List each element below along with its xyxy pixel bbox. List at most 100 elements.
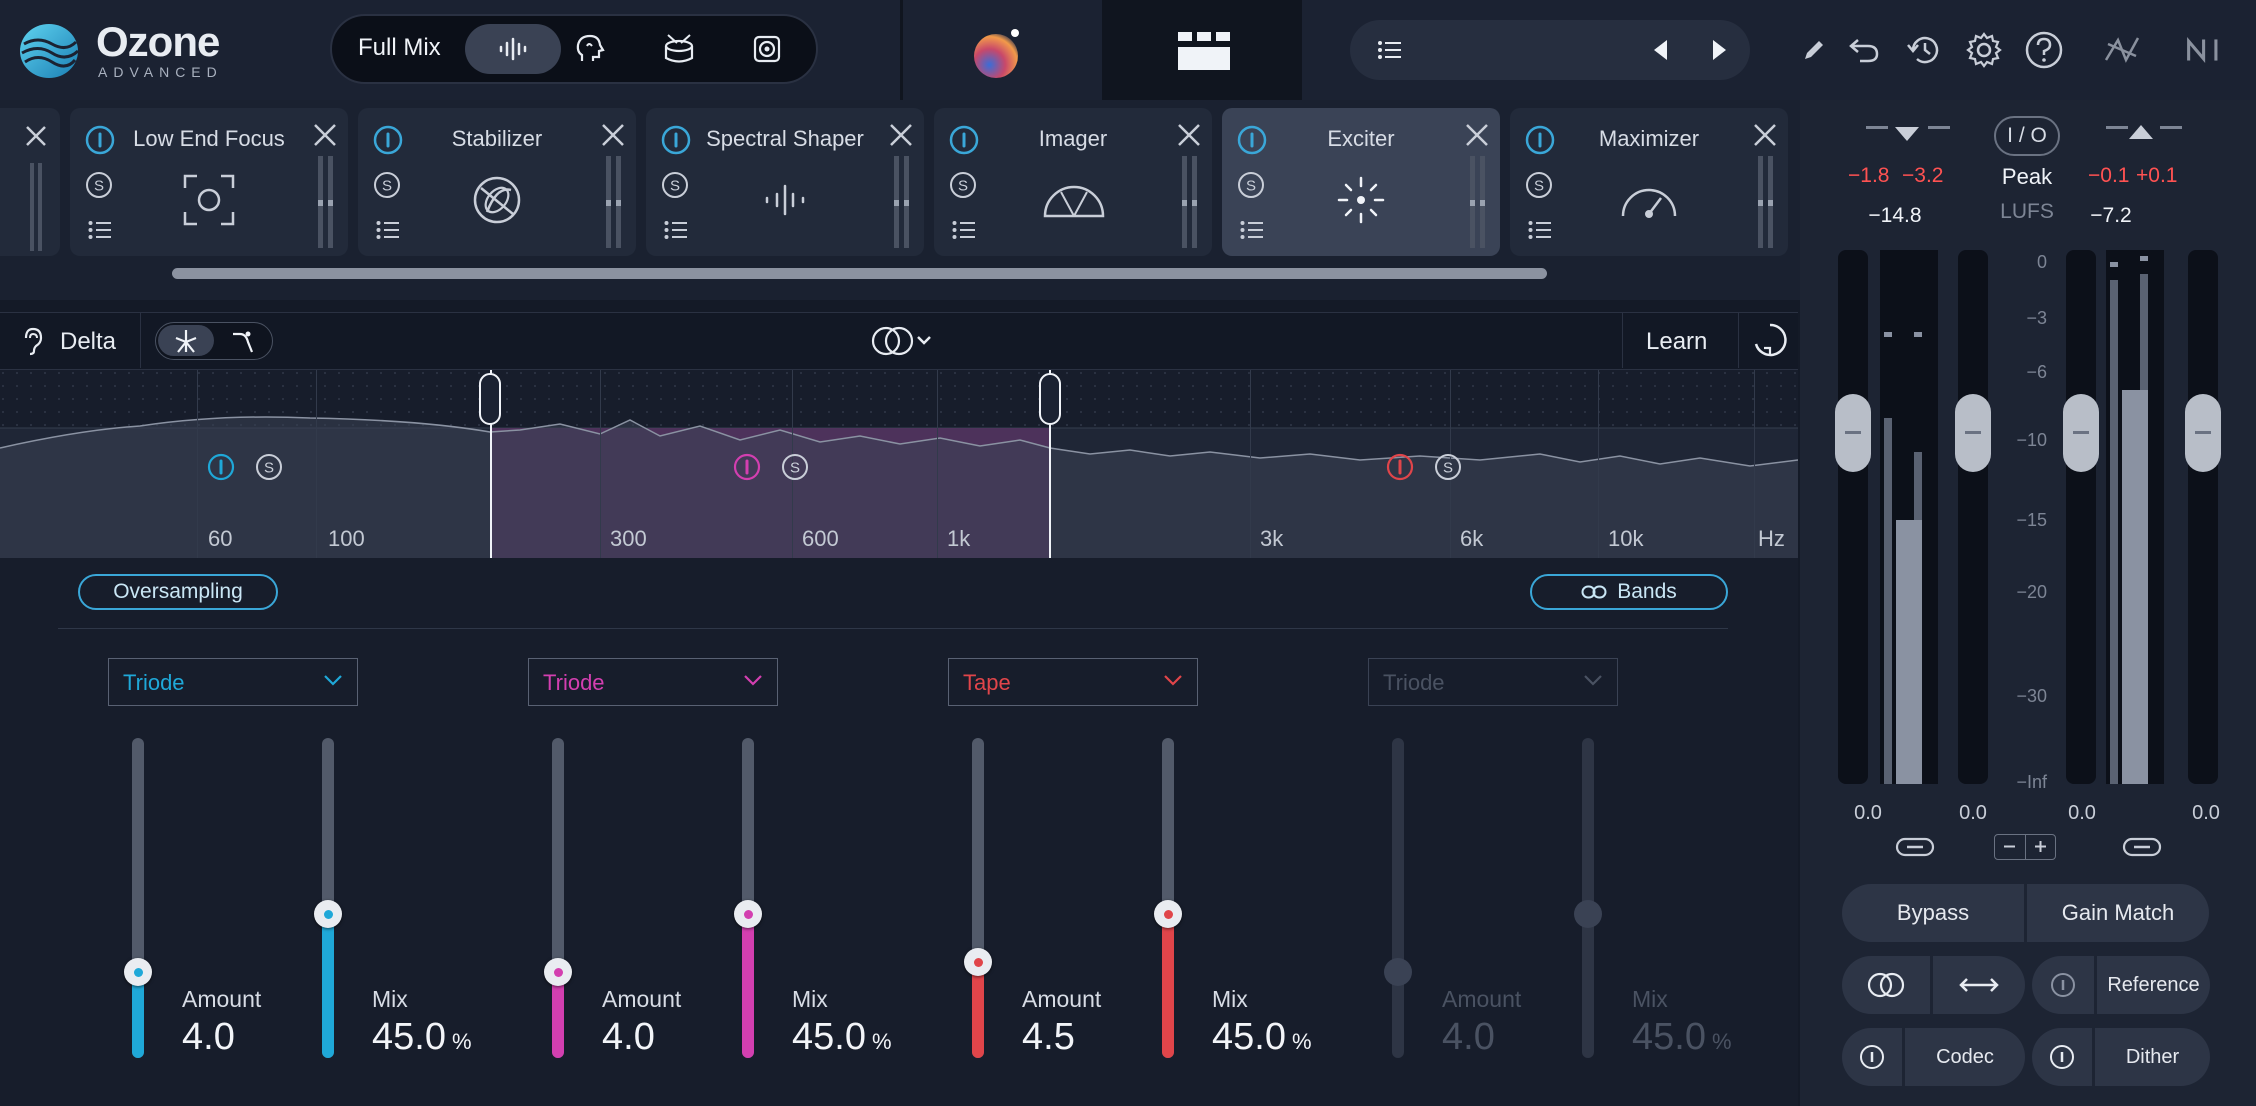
stereo-mono-button[interactable]: [1842, 956, 1930, 1014]
module-card[interactable]: Low End Focus S: [70, 108, 348, 256]
reset-icon[interactable]: [1750, 320, 1790, 360]
mix-value-group[interactable]: 45.0%: [372, 1016, 472, 1059]
close-icon[interactable]: [312, 122, 338, 148]
curve-view-button[interactable]: [216, 325, 270, 356]
list-icon[interactable]: [88, 220, 112, 240]
previous-arrow-icon[interactable]: [1638, 28, 1682, 72]
mix-value-group[interactable]: 45.0%: [792, 1016, 892, 1059]
module-card[interactable]: Stabilizer S: [358, 108, 636, 256]
output-gain-fader-right[interactable]: [2185, 394, 2221, 472]
speaker-icon[interactable]: [719, 24, 815, 74]
mix-value-group[interactable]: 45.0%: [1212, 1016, 1312, 1059]
amount-slider-track[interactable]: [1392, 738, 1404, 1058]
input-trim-triangle-icon[interactable]: [1894, 126, 1920, 142]
delta-button[interactable]: Delta: [60, 328, 116, 356]
module-card[interactable]: Exciter S: [1222, 108, 1500, 256]
ear-icon[interactable]: [20, 326, 44, 356]
solo-icon[interactable]: S: [372, 170, 402, 200]
stereo-link-icon[interactable]: [868, 324, 938, 358]
band-mode-dropdown[interactable]: Triode: [1368, 658, 1618, 706]
output-trim-triangle-icon[interactable]: [2128, 124, 2154, 140]
swap-channels-button[interactable]: [1933, 956, 2025, 1014]
signal-chain-icon[interactable]: [2100, 28, 2144, 72]
band-solo-icon[interactable]: S: [1433, 452, 1463, 482]
solo-icon[interactable]: S: [84, 170, 114, 200]
reference-button[interactable]: Reference: [2097, 956, 2210, 1014]
mix-slider-handle[interactable]: [314, 900, 342, 928]
amount-value-group[interactable]: 4.0: [602, 1016, 655, 1059]
dither-power-button[interactable]: [2032, 1028, 2092, 1086]
bands-button[interactable]: Bands: [1530, 574, 1728, 610]
list-icon[interactable]: [376, 220, 400, 240]
excite-view-button[interactable]: [158, 325, 214, 356]
solo-icon[interactable]: S: [1236, 170, 1266, 200]
settings-gear-icon[interactable]: [1962, 28, 2006, 72]
amount-value-group[interactable]: 4.5: [1022, 1016, 1075, 1059]
module-partial[interactable]: [0, 108, 60, 256]
increment-button[interactable]: [2026, 835, 2056, 859]
list-icon[interactable]: [1528, 220, 1552, 240]
amount-slider-handle[interactable]: [124, 958, 152, 986]
codec-button[interactable]: Codec: [1905, 1028, 2025, 1086]
amount-value-group[interactable]: 4.0: [182, 1016, 235, 1059]
vocal-icon[interactable]: [543, 24, 639, 74]
band-mode-dropdown[interactable]: Triode: [108, 658, 358, 706]
band-mode-dropdown[interactable]: Tape: [948, 658, 1198, 706]
undo-icon[interactable]: [1842, 28, 1886, 72]
help-icon[interactable]: [2022, 28, 2066, 72]
module-card[interactable]: Maximizer S: [1510, 108, 1788, 256]
input-link-icon[interactable]: [1895, 836, 1935, 858]
band-power-icon[interactable]: [732, 452, 762, 482]
crossover-handle-low[interactable]: [479, 373, 501, 425]
master-assistant-orb-icon[interactable]: [970, 26, 1026, 82]
amount-slider-handle[interactable]: [544, 958, 572, 986]
solo-icon[interactable]: S: [1524, 170, 1554, 200]
input-gain-fader-left[interactable]: [1835, 394, 1871, 472]
band-solo-icon[interactable]: S: [780, 452, 810, 482]
crossover-handle-high[interactable]: [1039, 373, 1061, 425]
module-card[interactable]: Spectral Shaper S: [646, 108, 924, 256]
io-toggle-button[interactable]: I / O: [1994, 116, 2060, 156]
list-icon[interactable]: [1240, 220, 1264, 240]
band-solo-icon[interactable]: S: [254, 452, 284, 482]
mix-slider-handle[interactable]: [1154, 900, 1182, 928]
list-icon[interactable]: [664, 220, 688, 240]
solo-icon[interactable]: S: [948, 170, 978, 200]
dither-button[interactable]: Dither: [2095, 1028, 2210, 1086]
codec-power-button[interactable]: [1842, 1028, 1902, 1086]
decrement-button[interactable]: [1995, 835, 2026, 859]
close-icon[interactable]: [1752, 122, 1778, 148]
close-icon[interactable]: [1176, 122, 1202, 148]
list-icon[interactable]: [952, 220, 976, 240]
next-arrow-icon[interactable]: [1698, 28, 1742, 72]
learn-button[interactable]: Learn: [1646, 328, 1707, 356]
mix-slider-track[interactable]: [1582, 738, 1594, 1058]
history-icon[interactable]: [1902, 28, 1946, 72]
oversampling-button[interactable]: Oversampling: [78, 574, 278, 610]
drums-icon[interactable]: [631, 24, 727, 74]
close-icon[interactable]: [888, 122, 914, 148]
pencil-icon[interactable]: [1792, 28, 1836, 72]
amount-slider-handle[interactable]: [1384, 958, 1412, 986]
reference-power-button[interactable]: [2032, 956, 2094, 1014]
mix-slider-handle[interactable]: [734, 900, 762, 928]
mix-slider-handle[interactable]: [1574, 900, 1602, 928]
amount-slider-handle[interactable]: [964, 948, 992, 976]
output-link-icon[interactable]: [2122, 836, 2162, 858]
gain-match-button[interactable]: Gain Match: [2027, 884, 2209, 942]
band-power-icon[interactable]: [1385, 452, 1415, 482]
modules-view-button[interactable]: [1102, 0, 1302, 100]
close-icon[interactable]: [1464, 122, 1490, 148]
amount-value-group[interactable]: 4.0: [1442, 1016, 1495, 1059]
solo-icon[interactable]: S: [660, 170, 690, 200]
bypass-button[interactable]: Bypass: [1842, 884, 2024, 942]
mix-value-group[interactable]: 45.0%: [1632, 1016, 1732, 1059]
band-power-icon[interactable]: [206, 452, 236, 482]
gain-stepper[interactable]: [1994, 834, 2056, 860]
module-chain-scrollbar[interactable]: [172, 268, 1547, 279]
output-gain-fader-left[interactable]: [2063, 394, 2099, 472]
close-icon[interactable]: [600, 122, 626, 148]
mix-selector-label[interactable]: Full Mix: [358, 34, 441, 62]
input-gain-fader-right[interactable]: [1955, 394, 1991, 472]
module-card[interactable]: Imager S: [934, 108, 1212, 256]
